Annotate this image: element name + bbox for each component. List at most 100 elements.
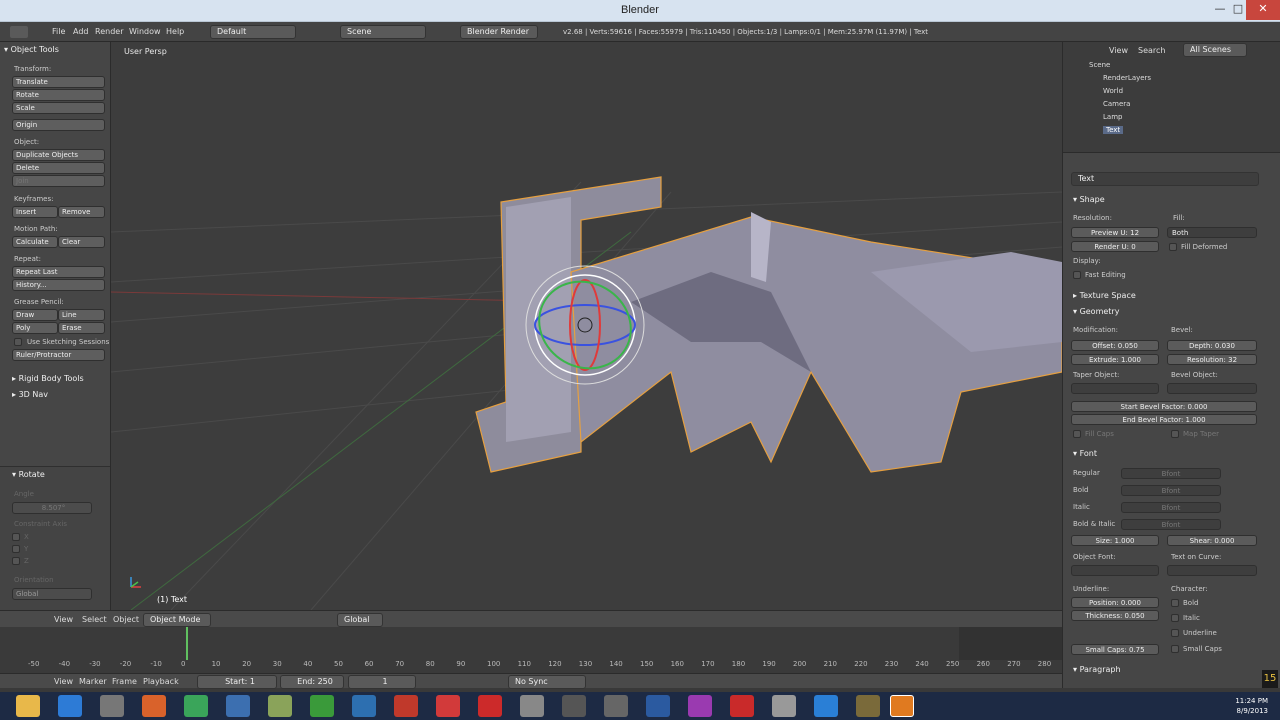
video-player-icon[interactable] xyxy=(226,695,250,717)
mode-selector[interactable]: Object Mode xyxy=(143,613,211,627)
poly-button[interactable]: Poly xyxy=(12,322,58,334)
draw-button[interactable]: Draw xyxy=(12,309,58,321)
filezilla-icon[interactable] xyxy=(394,695,418,717)
3d-package-icon[interactable] xyxy=(520,695,544,717)
font-bold-field[interactable]: Bfont xyxy=(1121,485,1221,496)
file-explorer-icon[interactable] xyxy=(16,695,40,717)
datablock-name-field[interactable]: Text xyxy=(1071,172,1259,186)
end-bevel-factor-field[interactable]: End Bevel Factor: 1.000 xyxy=(1071,414,1257,425)
menu-select[interactable]: Select xyxy=(82,615,107,624)
autocad-icon[interactable] xyxy=(814,695,838,717)
menu-window[interactable]: Window xyxy=(129,27,161,36)
internet-explorer-icon[interactable] xyxy=(58,695,82,717)
menu-marker[interactable]: Marker xyxy=(79,677,107,686)
angle-field[interactable]: 8.507° xyxy=(12,502,92,514)
join-button[interactable]: Join xyxy=(12,175,105,187)
origin-button[interactable]: Origin xyxy=(12,119,105,131)
menu-view[interactable]: View xyxy=(54,615,73,624)
fill-caps-checkbox[interactable] xyxy=(1073,430,1081,438)
blender-taskbar-icon[interactable] xyxy=(890,695,914,717)
delete-button[interactable]: Delete xyxy=(12,162,105,174)
small-caps-checkbox[interactable] xyxy=(1171,645,1179,653)
menu-file[interactable]: File xyxy=(52,27,65,36)
paragraph-panel-header[interactable]: ▾ Paragraph xyxy=(1073,665,1121,674)
menu-help[interactable]: Help xyxy=(166,27,184,36)
start-bevel-factor-field[interactable]: Start Bevel Factor: 0.000 xyxy=(1071,401,1257,412)
menu-object[interactable]: Object xyxy=(113,615,139,624)
menu-playback[interactable]: Playback xyxy=(143,677,179,686)
outliner-search-menu[interactable]: Search xyxy=(1138,46,1165,55)
start-frame-field[interactable]: Start: 1 xyxy=(197,675,277,689)
font-shear-field[interactable]: Shear: 0.000 xyxy=(1167,535,1257,546)
font-regular-field[interactable]: Bfont xyxy=(1121,468,1221,479)
underline-thickness-field[interactable]: Thickness: 0.050 xyxy=(1071,610,1159,621)
acrobat-icon[interactable] xyxy=(730,695,754,717)
insert-keyframe-button[interactable]: Insert xyxy=(12,206,58,218)
map-taper-checkbox[interactable] xyxy=(1171,430,1179,438)
layout-selector[interactable]: Default xyxy=(210,25,296,39)
bevel-object-field[interactable] xyxy=(1167,383,1257,394)
font-bold-italic-field[interactable]: Bfont xyxy=(1121,519,1221,530)
repeat-last-button[interactable]: Repeat Last xyxy=(12,266,105,278)
outliner-item-camera[interactable]: Camera xyxy=(1103,100,1130,108)
constraint-z-checkbox[interactable] xyxy=(12,557,20,565)
taper-object-field[interactable] xyxy=(1071,383,1159,394)
history-button[interactable]: History... xyxy=(12,279,105,291)
outliner-item-text[interactable]: Text xyxy=(1103,126,1124,134)
current-frame-field[interactable]: 1 xyxy=(348,675,416,689)
duplicate-objects-button[interactable]: Duplicate Objects xyxy=(12,149,105,161)
transform-orientation-select[interactable]: Global xyxy=(337,613,383,627)
gimp-icon[interactable] xyxy=(856,695,880,717)
download-manager-icon[interactable] xyxy=(436,695,460,717)
editor-type-icon[interactable] xyxy=(10,26,28,38)
text-on-curve-field[interactable] xyxy=(1167,565,1257,576)
rigid-body-header[interactable]: ▸ Rigid Body Tools xyxy=(12,374,84,383)
fill-mode-select[interactable]: Both xyxy=(1167,227,1257,238)
timeline-editor[interactable]: -50 -40 -30 -20 -10 0 10 20 30 40 50 60 70 80 90 100 110… xyxy=(0,627,1062,673)
texture-space-panel-header[interactable]: ▸ Texture Space xyxy=(1073,291,1136,300)
chrome-icon[interactable] xyxy=(184,695,208,717)
firefox-icon[interactable] xyxy=(142,695,166,717)
outliner-view-menu[interactable]: View xyxy=(1109,46,1128,55)
menu-render[interactable]: Render xyxy=(95,27,123,36)
end-frame-field[interactable]: End: 250 xyxy=(280,675,344,689)
3d-viewport[interactable]: User Persp (1) Text xyxy=(111,42,1062,610)
erase-button[interactable]: Erase xyxy=(58,322,105,334)
translate-button[interactable]: Translate xyxy=(12,76,105,88)
bevel-depth-field[interactable]: Depth: 0.030 xyxy=(1167,340,1257,351)
remove-keyframe-button[interactable]: Remove xyxy=(58,206,105,218)
constraint-y-checkbox[interactable] xyxy=(12,545,20,553)
render-engine-selector[interactable]: Blender Render xyxy=(460,25,538,39)
menu-timeline-view[interactable]: View xyxy=(54,677,73,686)
clear-button[interactable]: Clear xyxy=(58,236,105,248)
preview-u-field[interactable]: Preview U: 12 xyxy=(1071,227,1159,238)
chart-app-icon[interactable] xyxy=(688,695,712,717)
font-italic-field[interactable]: Bfont xyxy=(1121,502,1221,513)
ruler-button[interactable]: Ruler/Protractor xyxy=(12,349,105,361)
camera-icon[interactable] xyxy=(352,695,376,717)
audio-tool-icon[interactable] xyxy=(562,695,586,717)
font-panel-header[interactable]: ▾ Font xyxy=(1073,449,1097,458)
outliner-item-world[interactable]: World xyxy=(1103,87,1123,95)
opera-icon[interactable] xyxy=(478,695,502,717)
rotate-operator-header[interactable]: ▾ Rotate xyxy=(12,470,45,479)
orientation-select[interactable]: Global xyxy=(12,588,92,600)
system-clock[interactable]: 11:24 PM 8/9/2013 xyxy=(1235,696,1268,716)
fast-editing-checkbox[interactable] xyxy=(1073,271,1081,279)
small-caps-scale-field[interactable]: Small Caps: 0.75 xyxy=(1071,644,1159,655)
underline-position-field[interactable]: Position: 0.000 xyxy=(1071,597,1159,608)
char-italic-checkbox[interactable] xyxy=(1171,614,1179,622)
utorrent-icon[interactable] xyxy=(310,695,334,717)
constraint-x-checkbox[interactable] xyxy=(12,533,20,541)
outliner-item-lamp[interactable]: Lamp xyxy=(1103,113,1122,121)
offset-field[interactable]: Offset: 0.050 xyxy=(1071,340,1159,351)
3d-nav-header[interactable]: ▸ 3D Nav xyxy=(12,390,48,399)
outliner-item-renderlayers[interactable]: RenderLayers xyxy=(1103,74,1151,82)
bevel-resolution-field[interactable]: Resolution: 32 xyxy=(1167,354,1257,365)
rotate-button[interactable]: Rotate xyxy=(12,89,105,101)
line-button[interactable]: Line xyxy=(58,309,105,321)
font-size-field[interactable]: Size: 1.000 xyxy=(1071,535,1159,546)
object-font-field[interactable] xyxy=(1071,565,1159,576)
shape-panel-header[interactable]: ▾ Shape xyxy=(1073,195,1105,204)
tools-icon[interactable] xyxy=(604,695,628,717)
